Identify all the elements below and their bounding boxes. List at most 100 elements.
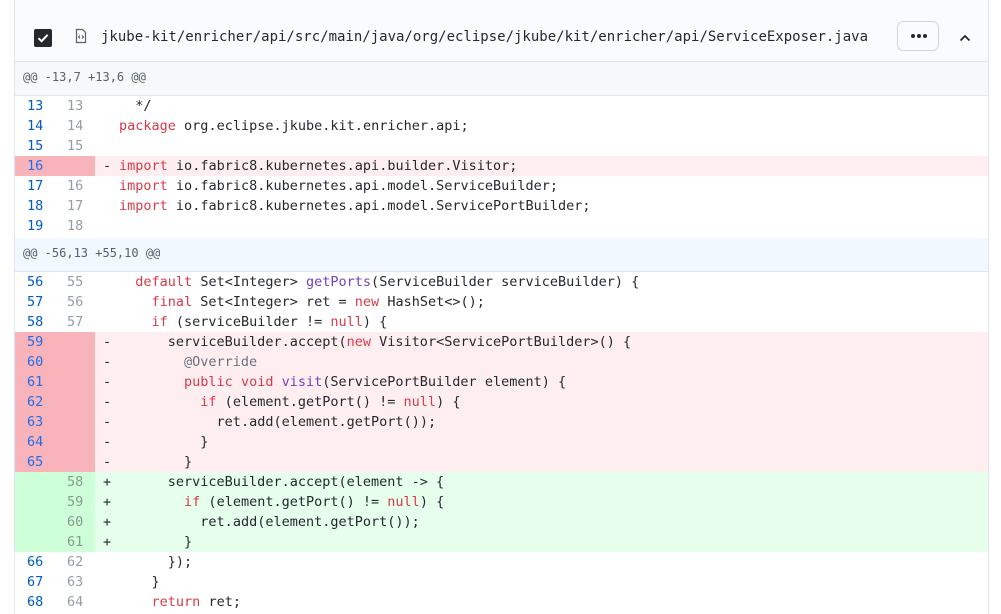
new-line-number[interactable] [55, 432, 95, 452]
code-line: import io.fabric8.kubernetes.api.builder… [119, 158, 518, 174]
old-line-number[interactable]: 62 [15, 392, 55, 412]
file-header: jkube-kit/enricher/api/src/main/java/org… [15, 0, 988, 62]
new-line-number[interactable]: 18 [55, 216, 95, 236]
diff-file-container: jkube-kit/enricher/api/src/main/java/org… [14, 0, 989, 614]
new-line-number[interactable]: 63 [55, 572, 95, 592]
old-line-number[interactable]: 63 [15, 412, 55, 432]
deleted-line: 60 - @Override [15, 352, 988, 372]
code-line: if (element.getPort() != null) { [200, 394, 461, 410]
old-line-number[interactable] [15, 532, 55, 552]
chevron-up-icon[interactable] [957, 30, 973, 46]
deleted-line: 65 - } [15, 452, 988, 472]
old-line-number[interactable]: 19 [15, 216, 55, 236]
old-line-number[interactable]: 65 [15, 452, 55, 472]
old-line-number[interactable]: 67 [15, 572, 55, 592]
deleted-line: 62 - if (element.getPort() != null) { [15, 392, 988, 412]
diff-marker [103, 552, 117, 572]
kebab-dot [917, 34, 921, 38]
hunk-header[interactable]: @@ -13,7 +13,6 @@ [15, 62, 988, 96]
new-line-number[interactable]: 13 [55, 96, 95, 116]
hunk-header[interactable]: @@ -56,13 +55,10 @@ [15, 238, 988, 272]
new-line-number[interactable]: 17 [55, 196, 95, 216]
new-line-number[interactable] [55, 452, 95, 472]
viewed-checkbox[interactable] [34, 29, 52, 47]
code-line: ret.add(element.getPort()); [216, 414, 437, 430]
old-line-number[interactable]: 13 [15, 96, 55, 116]
new-line-number[interactable]: 56 [55, 292, 95, 312]
diff-marker [103, 176, 117, 196]
code-line: package org.eclipse.jkube.kit.enricher.a… [119, 118, 469, 134]
diff-marker: + [103, 494, 112, 510]
new-line-number[interactable] [55, 412, 95, 432]
new-line-number[interactable]: 15 [55, 136, 95, 156]
old-line-number[interactable] [15, 492, 55, 512]
old-line-number[interactable] [15, 512, 55, 532]
old-line-number[interactable]: 66 [15, 552, 55, 572]
diff-marker [103, 592, 117, 612]
new-line-number[interactable]: 57 [55, 312, 95, 332]
old-line-number[interactable]: 61 [15, 372, 55, 392]
code-line: } [119, 574, 160, 590]
diff-marker [103, 136, 117, 156]
new-line-number[interactable] [55, 332, 95, 352]
new-line-number[interactable]: 59 [55, 492, 95, 512]
context-line: 57 56 final Set<Integer> ret = new HashSe… [15, 292, 988, 312]
old-line-number[interactable]: 14 [15, 116, 55, 136]
file-path[interactable]: jkube-kit/enricher/api/src/main/java/org… [101, 29, 868, 45]
context-line: 13 13 */ [15, 96, 988, 116]
new-line-number[interactable]: 16 [55, 176, 95, 196]
new-line-number[interactable]: 58 [55, 472, 95, 492]
hunk-lines: 56 55 default Set<Integer> getPorts(Servi… [15, 272, 988, 612]
new-line-number[interactable]: 14 [55, 116, 95, 136]
deleted-line: 61 - public void visit(ServicePortBuilder… [15, 372, 988, 392]
context-line: 15 15 [15, 136, 988, 156]
new-line-number[interactable]: 55 [55, 272, 95, 292]
diff-marker: - [103, 414, 112, 430]
deleted-line: 16 - import io.fabric8.kubernetes.api.buil… [15, 156, 988, 176]
old-line-number[interactable]: 16 [15, 156, 55, 176]
new-line-number[interactable] [55, 372, 95, 392]
context-line: 17 16 import io.fabric8.kubernetes.api.mo… [15, 176, 988, 196]
deleted-line: 63 - ret.add(element.getPort()); [15, 412, 988, 432]
diff-marker [103, 312, 117, 332]
old-line-number[interactable]: 64 [15, 432, 55, 452]
diff-marker: - [103, 354, 112, 370]
code-line: if (serviceBuilder != null) { [151, 314, 388, 330]
code-line: default Set<Integer> getPorts(ServiceBui… [135, 274, 640, 290]
old-line-number[interactable]: 15 [15, 136, 55, 156]
old-line-number[interactable]: 58 [15, 312, 55, 332]
diff-marker [103, 96, 117, 116]
diff-marker [103, 196, 117, 216]
diff-marker: + [103, 534, 112, 550]
new-line-number[interactable] [55, 352, 95, 372]
new-line-number[interactable]: 62 [55, 552, 95, 572]
old-line-number[interactable]: 68 [15, 592, 55, 612]
file-actions-button[interactable] [897, 21, 939, 51]
diff-marker: - [103, 374, 112, 390]
old-line-number[interactable] [15, 472, 55, 492]
diff-marker: - [103, 394, 112, 410]
old-line-number[interactable]: 59 [15, 332, 55, 352]
context-line: 56 55 default Set<Integer> getPorts(Servi… [15, 272, 988, 292]
hunk-lines: 13 13 */14 14 package org.eclipse.jkube.ki… [15, 96, 988, 236]
diff-marker [103, 572, 117, 592]
code-line: } [119, 534, 193, 550]
new-line-number[interactable]: 61 [55, 532, 95, 552]
diff-marker: + [103, 474, 112, 490]
old-line-number[interactable]: 18 [15, 196, 55, 216]
new-line-number[interactable]: 64 [55, 592, 95, 612]
new-line-number[interactable] [55, 392, 95, 412]
code-line: ret.add(element.getPort()); [200, 514, 420, 530]
new-line-number[interactable]: 60 [55, 512, 95, 532]
code-line: }); [119, 554, 193, 570]
deleted-line: 64 - } [15, 432, 988, 452]
old-line-number[interactable]: 17 [15, 176, 55, 196]
hunk-range-label: @@ -13,7 +13,6 @@ [23, 70, 146, 84]
old-line-number[interactable]: 57 [15, 292, 55, 312]
diff-marker: - [103, 454, 112, 470]
old-line-number[interactable]: 60 [15, 352, 55, 372]
new-line-number[interactable] [55, 156, 95, 176]
kebab-horizontal-icon [911, 34, 915, 38]
code-line: final Set<Integer> ret = new HashSet<>()… [151, 294, 485, 310]
old-line-number[interactable]: 56 [15, 272, 55, 292]
